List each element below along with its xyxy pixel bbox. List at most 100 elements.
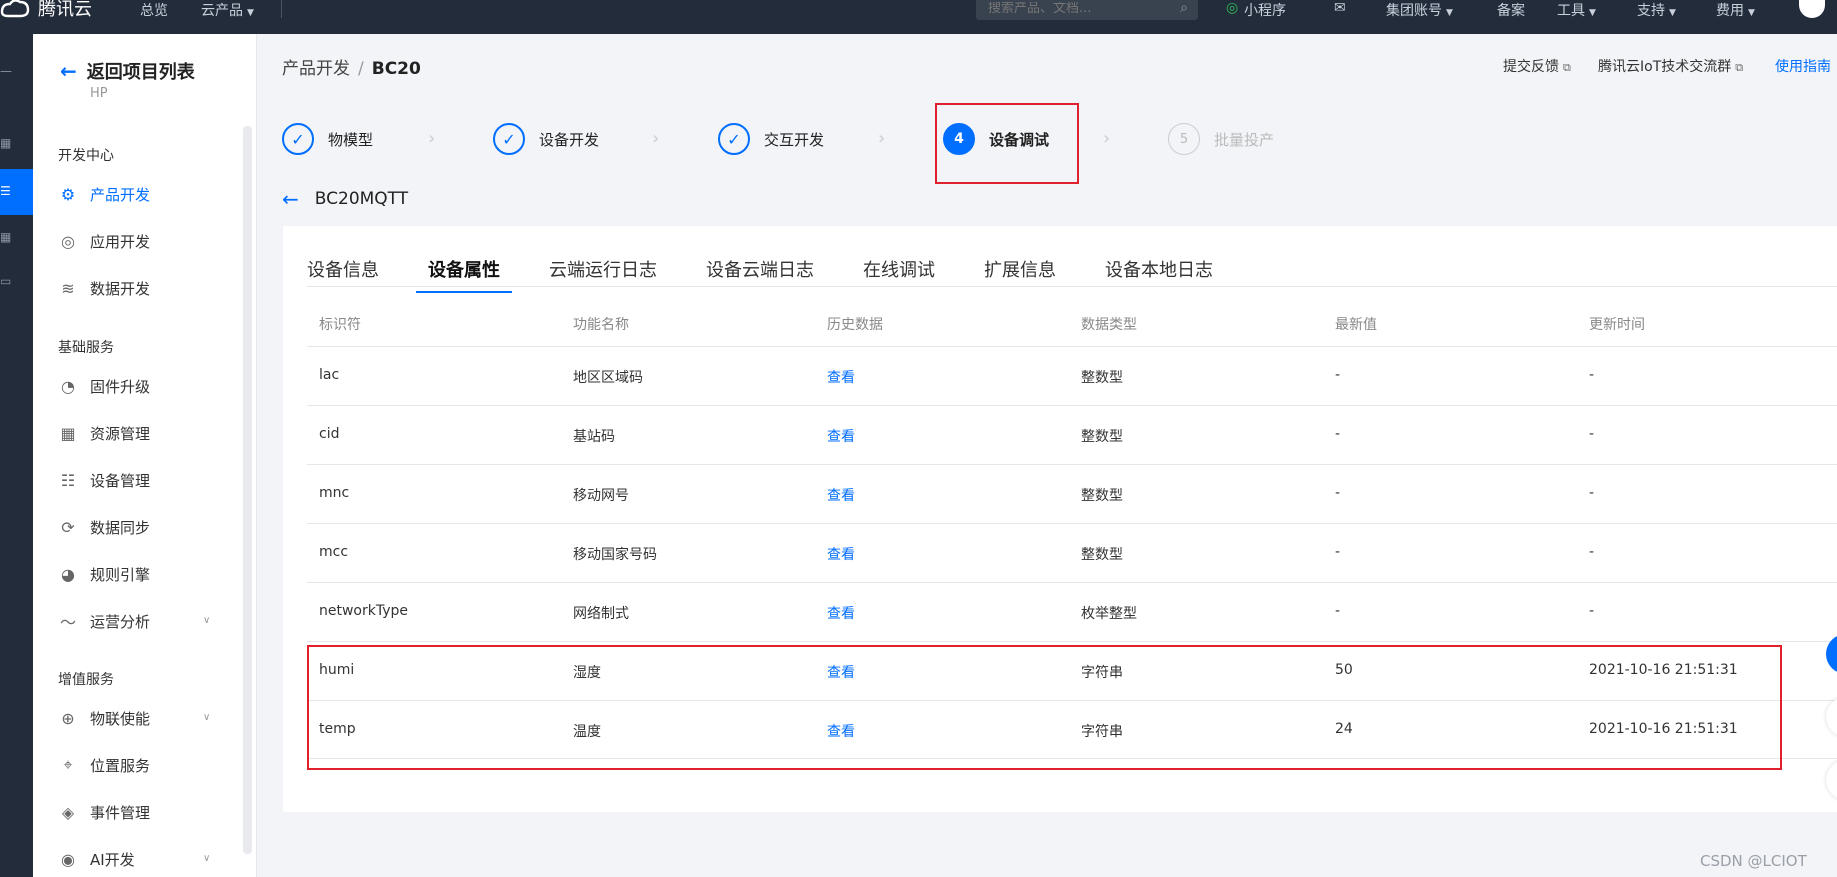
- search-icon[interactable]: ⌕: [1180, 0, 1188, 16]
- logo[interactable]: 腾讯云: [0, 0, 92, 20]
- sidebar-item-ai-dev[interactable]: ◉ AI开发: [58, 849, 135, 869]
- sidebar-item-label: 设备管理: [90, 471, 151, 490]
- cell-data-type: 整数型: [1081, 547, 1123, 563]
- arrow-left-icon[interactable]: ←: [282, 187, 299, 211]
- avatar[interactable]: [1799, 0, 1825, 18]
- sidebar-item-label: 事件管理: [90, 803, 151, 822]
- cell-identifier: mcc: [319, 544, 349, 560]
- table-row: networkType 网络制式 查看 枚举整型 - -: [307, 582, 1837, 641]
- nav-overview[interactable]: 总览: [140, 0, 168, 19]
- sidebar-item-label: 物联使能: [90, 709, 151, 728]
- device-header: ← BC20MQTT: [282, 187, 408, 211]
- chevron-down-icon: ▼: [247, 8, 254, 18]
- rail-list-icon[interactable]: ☰: [0, 184, 11, 198]
- view-history-link[interactable]: 查看: [827, 426, 855, 446]
- top-navigation-bar: 腾讯云 总览 云产品 ▼ ⌕ ◎ 小程序 ✉ 集团账号 ▼ 备案 工具 ▼ 支持 ▼ 费…: [0, 0, 1837, 34]
- chevron-down-icon[interactable]: ∨: [203, 712, 210, 723]
- rule-icon: ◕: [61, 564, 75, 584]
- view-history-link[interactable]: 查看: [827, 544, 855, 564]
- step-model[interactable]: ✓ 物模型: [282, 122, 373, 156]
- column-header: 更新时间: [1589, 317, 1645, 333]
- rail-grid-icon[interactable]: ▦: [0, 230, 11, 244]
- cell-identifier: lac: [319, 367, 340, 383]
- cell-identifier: cid: [319, 426, 340, 442]
- cell-latest-value: -: [1335, 367, 1341, 383]
- sidebar-item-product-dev[interactable]: ⚙ 产品开发: [58, 184, 150, 204]
- divider: [281, 0, 282, 18]
- step-mass-production[interactable]: 5 批量投产: [1168, 122, 1274, 156]
- sidebar-item-label: 运营分析: [90, 612, 151, 631]
- rail-collapse-icon[interactable]: —: [0, 64, 12, 78]
- search-box[interactable]: ⌕: [976, 0, 1198, 20]
- rail-dashboard-icon[interactable]: ▦: [0, 136, 11, 150]
- chevron-down-icon[interactable]: ∨: [203, 615, 210, 626]
- ai-icon: ◉: [61, 849, 75, 869]
- view-history-link[interactable]: 查看: [827, 367, 855, 387]
- globe-icon: ⊕: [61, 708, 75, 728]
- cloud-logo-icon: [0, 0, 30, 18]
- column-header: 最新值: [1335, 317, 1377, 333]
- breadcrumb-current: BC20: [371, 59, 421, 79]
- nav-group-account[interactable]: 集团账号 ▼: [1386, 0, 1453, 19]
- rail-doc-icon[interactable]: ▭: [0, 274, 11, 288]
- table-row: mnc 移动网号 查看 整数型 - -: [307, 464, 1837, 523]
- sidebar-item-devices[interactable]: ☷ 设备管理: [58, 470, 150, 490]
- breadcrumb-parent[interactable]: 产品开发: [282, 59, 350, 79]
- back-to-projects-link[interactable]: ← 返回项目列表: [60, 58, 195, 84]
- chip-icon: ⚙: [60, 184, 76, 204]
- app-icon: ◎: [61, 231, 75, 251]
- table-header: 标识符 功能名称 历史数据 数据类型 最新值 更新时间: [307, 314, 1837, 336]
- mail-icon[interactable]: ✉: [1334, 0, 1346, 16]
- flow-icon: ≋: [61, 278, 75, 298]
- external-link-icon: ⧉: [1563, 61, 1571, 74]
- sidebar-item-app-dev[interactable]: ◎ 应用开发: [58, 231, 150, 251]
- sidebar-item-location[interactable]: ⌖ 位置服务: [58, 755, 150, 775]
- breadcrumb: 产品开发 / BC20: [282, 54, 421, 79]
- icon-rail: — ▦ ☰ ▦ ▭: [0, 34, 33, 877]
- table-row: lac 地区区域码 查看 整数型 - -: [307, 346, 1837, 405]
- sidebar-item-data-dev[interactable]: ≋ 数据开发: [58, 278, 150, 298]
- group-value-added: 增值服务: [58, 672, 114, 688]
- sidebar-item-iot-enable[interactable]: ⊕ 物联使能: [58, 708, 150, 728]
- column-header: 标识符: [319, 317, 361, 333]
- sidebar-item-analytics[interactable]: 〜 运营分析: [58, 611, 151, 633]
- chevron-down-icon[interactable]: ∨: [203, 853, 210, 864]
- cell-function-name: 移动国家号码: [573, 547, 657, 563]
- sidebar-scrollbar[interactable]: [243, 126, 252, 854]
- sidebar-item-label: 规则引擎: [90, 565, 151, 584]
- nav-miniprogram[interactable]: 小程序: [1244, 0, 1286, 19]
- nav-billing[interactable]: 费用 ▼: [1716, 0, 1755, 19]
- sidebar-item-firmware[interactable]: ◔ 固件升级: [58, 376, 150, 396]
- step-interaction-dev[interactable]: ✓ 交互开发: [718, 122, 824, 156]
- community-link[interactable]: 腾讯云IoT技术交流群 ⧉: [1598, 56, 1743, 76]
- step-number: 5: [1168, 123, 1200, 155]
- nav-tools[interactable]: 工具 ▼: [1557, 0, 1596, 19]
- sidebar-item-label: 位置服务: [90, 756, 151, 775]
- cell-data-type: 枚举整型: [1081, 606, 1137, 622]
- sidebar-item-label: 应用开发: [90, 232, 151, 251]
- nav-filing[interactable]: 备案: [1497, 0, 1525, 19]
- chevron-right-icon: ›: [1103, 128, 1111, 149]
- cell-latest-value: -: [1335, 485, 1341, 501]
- cell-function-name: 基站码: [573, 429, 615, 445]
- sidebar-item-resources[interactable]: ▦ 资源管理: [58, 423, 150, 443]
- step-device-dev[interactable]: ✓ 设备开发: [493, 122, 599, 156]
- search-input[interactable]: [988, 1, 1168, 16]
- sidebar-item-data-sync[interactable]: ⟳ 数据同步: [58, 517, 150, 537]
- nav-products[interactable]: 云产品 ▼: [201, 0, 254, 19]
- view-history-link[interactable]: 查看: [827, 603, 855, 623]
- cell-data-type: 整数型: [1081, 370, 1123, 386]
- group-basic-services: 基础服务: [58, 340, 114, 356]
- chevron-right-icon: ›: [428, 128, 436, 149]
- guide-link[interactable]: 使用指南: [1775, 56, 1831, 76]
- event-icon: ◈: [61, 802, 75, 822]
- nav-tools-label: 工具: [1557, 3, 1585, 19]
- community-label: 腾讯云IoT技术交流群: [1598, 59, 1732, 75]
- cell-identifier: mnc: [319, 485, 350, 501]
- view-history-link[interactable]: 查看: [827, 485, 855, 505]
- nav-support[interactable]: 支持 ▼: [1637, 0, 1676, 19]
- feedback-link[interactable]: 提交反馈 ⧉: [1503, 56, 1571, 76]
- sidebar-item-events[interactable]: ◈ 事件管理: [58, 802, 150, 822]
- chevron-down-icon: ▼: [1446, 8, 1453, 18]
- sidebar-item-rules[interactable]: ◕ 规则引擎: [58, 564, 150, 584]
